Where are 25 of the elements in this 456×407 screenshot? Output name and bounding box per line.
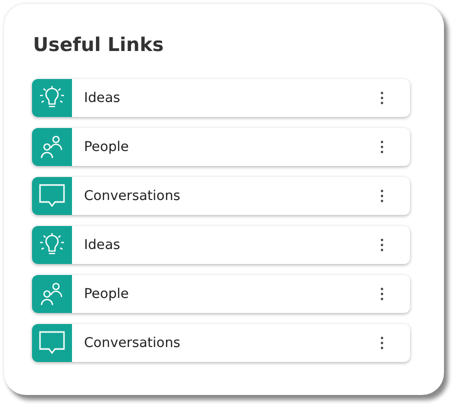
more-options-icon[interactable] [380,287,384,301]
more-options-icon[interactable] [380,238,384,252]
link-item[interactable]: Conversations [32,177,410,215]
link-label: Conversations [84,188,182,204]
link-label: People [84,286,130,302]
people-icon [40,282,64,306]
link-item[interactable]: Conversations [32,324,410,362]
lightbulb-icon [40,233,64,257]
more-options-icon[interactable] [380,140,384,154]
more-options-icon[interactable] [380,189,384,203]
link-item[interactable]: Ideas [32,79,410,117]
card-title: Useful Links [33,34,165,58]
people-icon [40,135,64,159]
link-item[interactable]: Ideas [32,226,410,264]
speech-bubble-icon [39,331,65,355]
link-label: Ideas [84,237,122,253]
link-label: People [84,139,130,155]
speech-bubble-icon [39,184,65,208]
more-options-icon[interactable] [380,336,384,350]
more-options-icon[interactable] [380,91,384,105]
link-item[interactable]: People [32,128,410,166]
link-label: Conversations [84,335,182,351]
lightbulb-icon [40,86,64,110]
link-item[interactable]: People [32,275,410,313]
link-label: Ideas [84,90,122,106]
